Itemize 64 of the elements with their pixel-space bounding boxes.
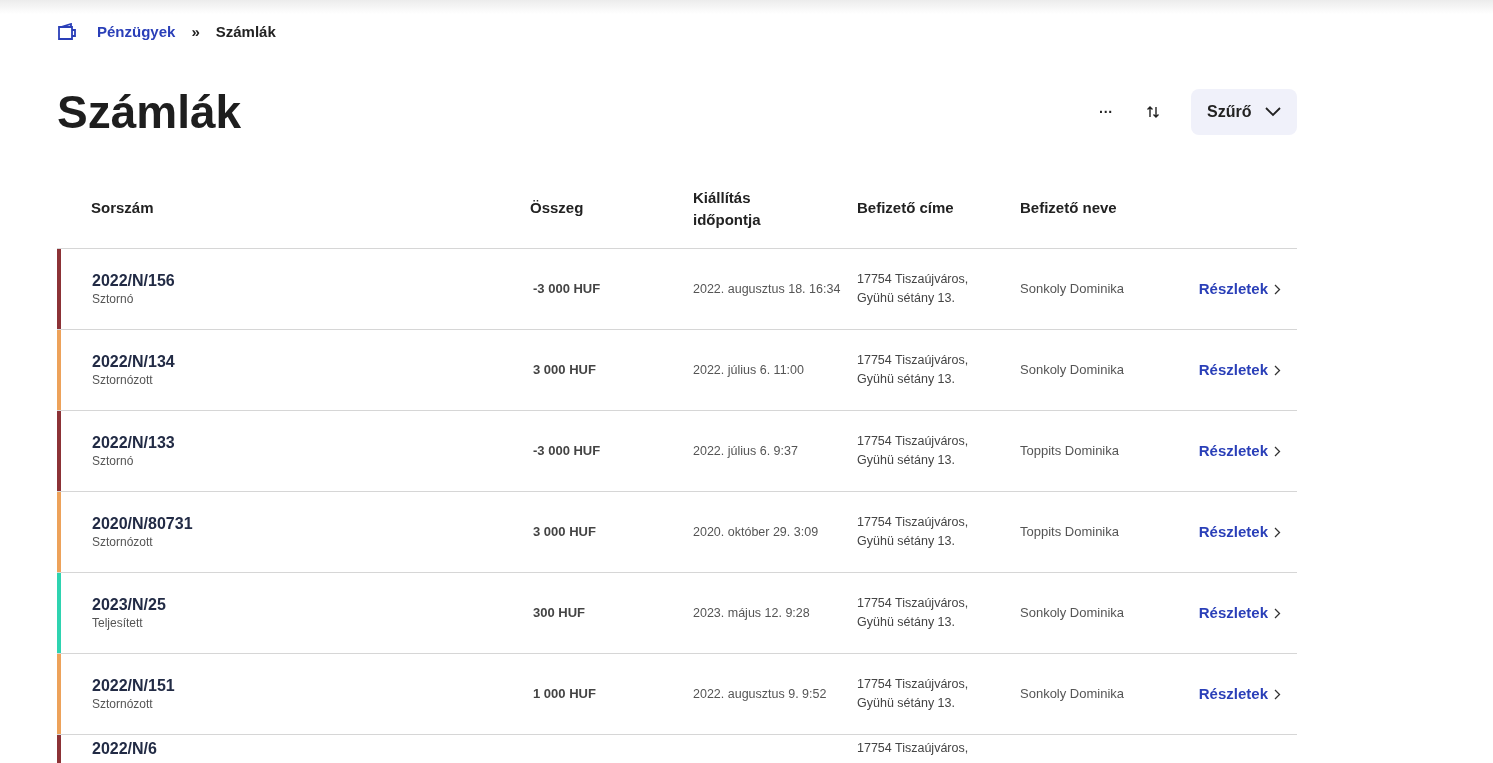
issue-date: 2022. augusztus 18. 16:34 (693, 280, 842, 298)
chevron-right-icon (1274, 607, 1281, 619)
details-link[interactable]: Részletek (1198, 520, 1281, 544)
chevron-down-icon (1265, 107, 1281, 117)
payer-name: Sonkoly Dominika (1020, 280, 1125, 299)
invoice-number: 2020/N/80731 (92, 514, 193, 534)
more-button[interactable]: ··· (1091, 101, 1121, 123)
filter-button[interactable]: Szűrő (1191, 89, 1297, 135)
invoice-number: 2023/N/25 (92, 595, 166, 615)
wallet-icon (57, 23, 77, 41)
issue-date: 2022. július 6. 11:00 (693, 361, 805, 379)
sort-icon[interactable] (1145, 104, 1161, 120)
column-header: Befizető neve (1020, 198, 1118, 219)
payer-address: 17754 Tiszaújváros, Gyühü sétány 13. (857, 352, 970, 388)
column-header: Összeg (530, 198, 585, 219)
breadcrumb-separator: » (190, 21, 201, 42)
payer-address: 17754 Tiszaújváros, Gyühü sétány 13. (857, 514, 970, 550)
amount: 300 HUF (532, 604, 587, 623)
chevron-right-icon (1274, 526, 1281, 538)
invoice-status: Sztornózott (92, 696, 153, 712)
invoice-number: 2022/N/6 (92, 739, 157, 759)
invoice-number: 2022/N/133 (92, 433, 175, 453)
chevron-right-icon (1274, 364, 1281, 376)
invoice-status: Teljesített (92, 615, 143, 631)
invoice-number: 2022/N/156 (92, 271, 175, 291)
issue-date: 2023. május 12. 9:28 (693, 604, 811, 622)
amount: -3 000 HUF (532, 442, 602, 461)
details-link[interactable]: Részletek (1198, 277, 1281, 301)
payer-name: Sonkoly Dominika (1020, 685, 1125, 704)
page-title: Számlák (57, 84, 242, 140)
payer-address: 17754 Tiszaújváros, Gyühü sétány 13. (857, 433, 970, 469)
column-header: Befizető címe (857, 198, 955, 219)
amount: 3 000 HUF (532, 361, 597, 380)
amount: 1 000 HUF (532, 685, 597, 704)
invoice-number: 2022/N/134 (92, 352, 175, 372)
payer-address: 17754 Tiszaújváros, Gyühü sétány 13. (857, 271, 970, 307)
payer-address: 17754 Tiszaújváros, Gyühü sétány 13. (857, 595, 970, 631)
payer-name: Sonkoly Dominika (1020, 361, 1125, 380)
details-link[interactable]: Részletek (1198, 439, 1281, 463)
amount: -3 000 HUF (532, 280, 602, 299)
details-link[interactable]: Részletek (1198, 358, 1281, 382)
payer-address: 17754 Tiszaújváros, (857, 740, 970, 757)
payer-address: 17754 Tiszaújváros, Gyühü sétány 13. (857, 676, 970, 712)
payer-name: Toppits Dominika (1020, 523, 1119, 542)
payer-name: Toppits Dominika (1020, 442, 1119, 461)
payer-name: Sonkoly Dominika (1020, 604, 1125, 623)
chevron-right-icon (1274, 688, 1281, 700)
breadcrumb-current: Számlák (215, 21, 276, 42)
breadcrumb-link[interactable]: Pénzügyek (97, 20, 176, 44)
invoice-status: Sztornózott (92, 534, 153, 550)
issue-date: 2022. augusztus 9. 9:52 (693, 685, 828, 703)
invoice-status: Sztornózott (92, 372, 153, 388)
chevron-right-icon (1274, 283, 1281, 295)
issue-date: 2022. július 6. 9:37 (693, 442, 799, 460)
issue-date: 2020. október 29. 3:09 (693, 523, 820, 541)
invoice-number: 2022/N/151 (92, 676, 175, 696)
details-link[interactable]: Részletek (1198, 682, 1281, 706)
details-link[interactable]: Részletek (1198, 601, 1281, 625)
invoice-status: Sztornó (92, 453, 134, 469)
amount: 3 000 HUF (532, 523, 597, 542)
chevron-right-icon (1274, 445, 1281, 457)
invoice-status: Sztornó (92, 291, 134, 307)
column-header: Kiállítás időpontja (693, 187, 762, 230)
column-header: Sorszám (90, 198, 155, 219)
